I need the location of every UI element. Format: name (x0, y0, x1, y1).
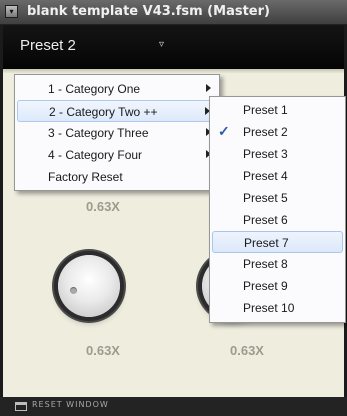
submenu-item-preset-6[interactable]: Preset 6 (212, 209, 343, 231)
submenu-item-preset-7[interactable]: Preset 7 (212, 231, 343, 253)
menu-item-label: 4 - Category Four (48, 148, 143, 162)
submenu-item-preset-5[interactable]: Preset 5 (212, 187, 343, 209)
submenu-item-preset-10[interactable]: Preset 10 (212, 297, 343, 319)
knob-value: 0.63X (86, 199, 120, 214)
submenu-item-label: Preset 8 (243, 257, 288, 271)
knob[interactable] (58, 255, 120, 317)
menu-item-label: Factory Reset (48, 170, 123, 184)
menu-item-category-one[interactable]: 1 - Category One (17, 78, 217, 100)
window-title: blank template V43.fsm (Master) (27, 4, 270, 19)
submenu-arrow-icon (206, 84, 211, 92)
preset-category-menu: 1 - Category One 2 - Category Two ++ 3 -… (14, 74, 220, 191)
submenu-item-label: Preset 10 (243, 301, 295, 315)
menu-item-label: 1 - Category One (48, 82, 141, 96)
menu-item-category-two[interactable]: 2 - Category Two ++ (17, 100, 217, 122)
submenu-item-preset-2[interactable]: ✓ Preset 2 (212, 121, 343, 143)
submenu-item-label: Preset 7 (244, 236, 289, 250)
submenu-item-label: Preset 6 (243, 213, 288, 227)
menu-item-label: 2 - Category Two ++ (49, 105, 158, 119)
knob-value: 0.63X (86, 343, 120, 358)
submenu-item-preset-8[interactable]: Preset 8 (212, 253, 343, 275)
menu-item-label: 3 - Category Three (48, 126, 149, 140)
submenu-item-label: Preset 2 (243, 125, 288, 139)
window-menu-button[interactable]: ▾ (5, 5, 18, 18)
menu-item-factory-reset[interactable]: Factory Reset (17, 166, 217, 188)
submenu-item-label: Preset 9 (243, 279, 288, 293)
submenu-item-preset-9[interactable]: Preset 9 (212, 275, 343, 297)
preset-bar-edge (3, 69, 344, 73)
window-icon[interactable] (15, 402, 27, 411)
checkmark-icon: ✓ (218, 123, 230, 139)
menu-item-category-four[interactable]: 4 - Category Four (17, 144, 217, 166)
submenu-item-label: Preset 5 (243, 191, 288, 205)
chevron-down-icon: ▾ (9, 7, 14, 16)
submenu-item-label: Preset 1 (243, 103, 288, 117)
reset-window-button[interactable]: RESET WINDOW (32, 400, 109, 409)
submenu-item-preset-1[interactable]: Preset 1 (212, 99, 343, 121)
submenu-item-label: Preset 3 (243, 147, 288, 161)
current-preset-label[interactable]: Preset 2 (20, 37, 76, 54)
knob-indicator-dot (70, 287, 77, 294)
window-titlebar[interactable]: ▾ blank template V43.fsm (Master) (0, 0, 347, 25)
knob-value: 0.63X (230, 343, 264, 358)
submenu-item-preset-3[interactable]: Preset 3 (212, 143, 343, 165)
preset-dropdown-icon[interactable]: ▿ (159, 39, 164, 50)
preset-submenu: Preset 1 ✓ Preset 2 Preset 3 Preset 4 Pr… (209, 96, 346, 323)
menu-item-category-three[interactable]: 3 - Category Three (17, 122, 217, 144)
submenu-item-preset-4[interactable]: Preset 4 (212, 165, 343, 187)
submenu-item-label: Preset 4 (243, 169, 288, 183)
